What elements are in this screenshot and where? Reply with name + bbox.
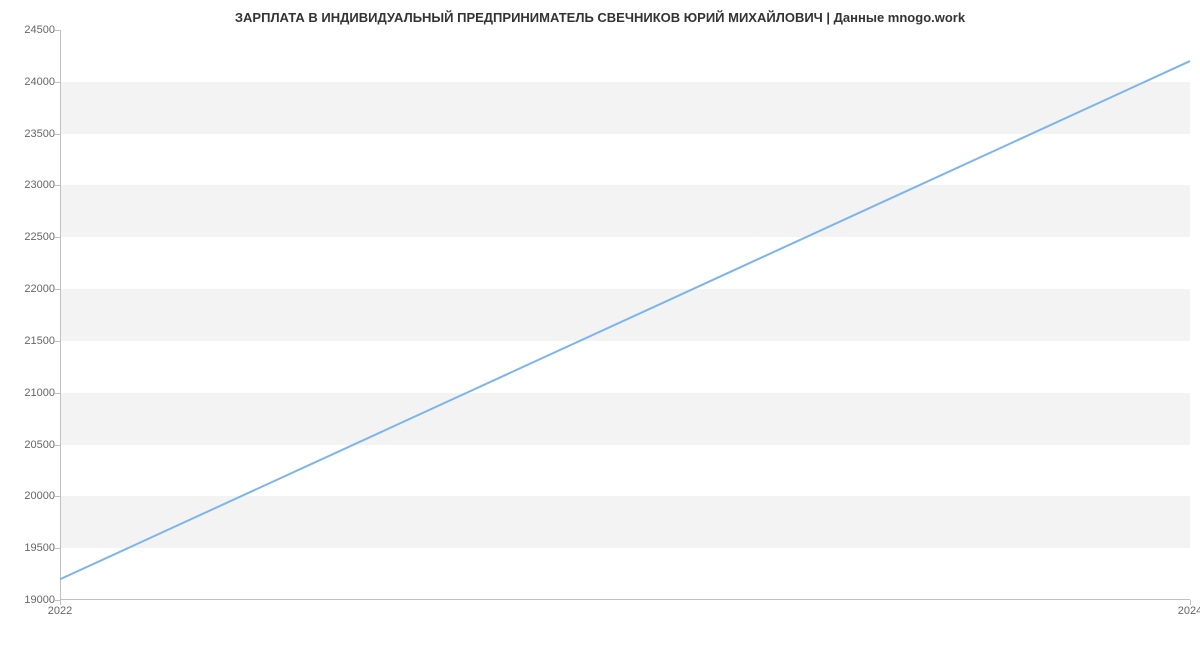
y-tick bbox=[55, 289, 60, 290]
y-axis-label: 24500 bbox=[24, 24, 55, 36]
y-axis-label: 23000 bbox=[24, 179, 55, 191]
y-axis-label: 20500 bbox=[24, 439, 55, 451]
plot-area: 1900019500200002050021000215002200022500… bbox=[60, 30, 1190, 600]
y-axis-label: 24000 bbox=[24, 76, 55, 88]
y-tick bbox=[55, 185, 60, 186]
y-tick bbox=[55, 30, 60, 31]
y-tick bbox=[55, 341, 60, 342]
y-axis-label: 22500 bbox=[24, 231, 55, 243]
chart-title: ЗАРПЛАТА В ИНДИВИДУАЛЬНЫЙ ПРЕДПРИНИМАТЕЛ… bbox=[0, 10, 1200, 25]
y-axis-label: 21500 bbox=[24, 335, 55, 347]
y-tick bbox=[55, 393, 60, 394]
y-tick bbox=[55, 445, 60, 446]
y-tick bbox=[55, 237, 60, 238]
y-tick bbox=[55, 548, 60, 549]
y-axis-label: 20000 bbox=[24, 490, 55, 502]
y-axis-label: 23500 bbox=[24, 128, 55, 140]
y-axis-label: 19500 bbox=[24, 542, 55, 554]
y-tick bbox=[55, 496, 60, 497]
y-tick bbox=[55, 82, 60, 83]
y-axis-label: 22000 bbox=[24, 283, 55, 295]
x-axis-label: 2024 bbox=[1178, 605, 1200, 617]
y-axis-label: 21000 bbox=[24, 387, 55, 399]
data-line bbox=[60, 61, 1190, 579]
x-axis-label: 2022 bbox=[48, 605, 72, 617]
chart-line-svg bbox=[60, 30, 1190, 600]
y-tick bbox=[55, 134, 60, 135]
